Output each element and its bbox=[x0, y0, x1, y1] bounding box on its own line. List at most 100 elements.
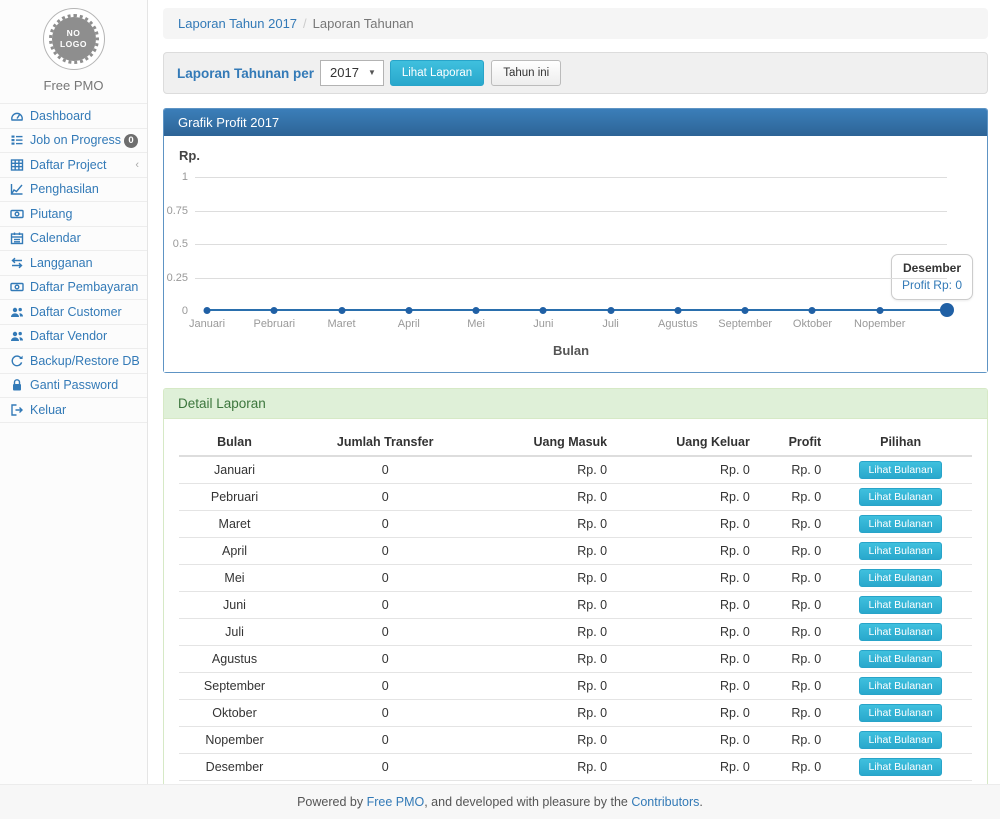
lihat-bulanan-button[interactable]: Lihat Bulanan bbox=[859, 596, 941, 614]
sidebar-item-daftar-customer[interactable]: Daftar Customer bbox=[0, 300, 147, 325]
gridline bbox=[195, 211, 947, 212]
chevron-left-icon: ‹ bbox=[135, 159, 139, 171]
report-controls: Laporan Tahunan per 2017 ▼ Lihat Laporan… bbox=[163, 52, 988, 94]
data-point-juli[interactable] bbox=[607, 307, 614, 314]
refresh-icon bbox=[9, 354, 24, 368]
users-icon bbox=[9, 329, 24, 343]
cell-bulan: Agustus bbox=[179, 646, 290, 673]
sidebar-item-penghasilan[interactable]: Penghasilan bbox=[0, 178, 147, 203]
sidebar-item-daftar-pembayaran[interactable]: Daftar Pembayaran bbox=[0, 276, 147, 301]
sidebar-item-daftar-vendor[interactable]: Daftar Vendor bbox=[0, 325, 147, 350]
cell-uang-keluar: Rp. 0 bbox=[615, 484, 758, 511]
data-point-desember[interactable] bbox=[940, 303, 954, 317]
column-header-uang-masuk: Uang Masuk bbox=[480, 429, 615, 456]
lihat-bulanan-button[interactable]: Lihat Bulanan bbox=[859, 623, 941, 641]
table-row: Juni0Rp. 0Rp. 0Rp. 0Lihat Bulanan bbox=[179, 592, 972, 619]
data-point-september[interactable] bbox=[742, 307, 749, 314]
data-point-pebruari[interactable] bbox=[271, 307, 278, 314]
cell-pilihan: Lihat Bulanan bbox=[829, 592, 972, 619]
cell-uang-keluar: Rp. 0 bbox=[615, 456, 758, 484]
cell-pilihan: Lihat Bulanan bbox=[829, 619, 972, 646]
cell-uang-masuk: Rp. 0 bbox=[480, 754, 615, 781]
y-tick-label: 0.25 bbox=[148, 272, 188, 284]
sidebar-item-label: Penghasilan bbox=[30, 182, 99, 196]
cell-profit: Rp. 0 bbox=[758, 511, 829, 538]
sidebar-item-piutang[interactable]: Piutang bbox=[0, 202, 147, 227]
breadcrumb-link-laporan-tahun[interactable]: Laporan Tahun 2017 bbox=[178, 16, 297, 31]
data-point-agustus[interactable] bbox=[674, 307, 681, 314]
sidebar-item-label: Backup/Restore DB bbox=[30, 354, 140, 368]
lihat-bulanan-button[interactable]: Lihat Bulanan bbox=[859, 569, 941, 587]
column-header-pilihan: Pilihan bbox=[829, 429, 972, 456]
tahun-ini-button[interactable]: Tahun ini bbox=[491, 60, 561, 86]
cell-pilihan: Lihat Bulanan bbox=[829, 565, 972, 592]
sidebar-item-label: Calendar bbox=[30, 231, 81, 245]
table-row: Oktober0Rp. 0Rp. 0Rp. 0Lihat Bulanan bbox=[179, 700, 972, 727]
column-header-jumlah-transfer: Jumlah Transfer bbox=[290, 429, 480, 456]
dashboard-icon bbox=[9, 109, 24, 123]
data-point-juni[interactable] bbox=[540, 307, 547, 314]
sidebar-item-dashboard[interactable]: Dashboard bbox=[0, 104, 147, 129]
lihat-bulanan-button[interactable]: Lihat Bulanan bbox=[859, 515, 941, 533]
sidebar: NO LOGO Free PMO DashboardJob on Progres… bbox=[0, 0, 148, 819]
lihat-bulanan-button[interactable]: Lihat Bulanan bbox=[859, 488, 941, 506]
free-pmo-link[interactable]: Free PMO bbox=[367, 795, 425, 809]
sidebar-item-langganan[interactable]: Langganan bbox=[0, 251, 147, 276]
y-tick-label: 0.5 bbox=[148, 238, 188, 250]
lihat-bulanan-button[interactable]: Lihat Bulanan bbox=[859, 677, 941, 695]
cell-profit: Rp. 0 bbox=[758, 727, 829, 754]
cell-uang-masuk: Rp. 0 bbox=[480, 592, 615, 619]
profit-line-chart: Desember Profit Rp: 0 10.750.50.250Janua… bbox=[195, 177, 947, 311]
cell-jumlah-transfer: 0 bbox=[290, 456, 480, 484]
data-point-mei[interactable] bbox=[473, 307, 480, 314]
table-header-row: BulanJumlah TransferUang MasukUang Kelua… bbox=[179, 429, 972, 456]
sidebar-item-keluar[interactable]: Keluar bbox=[0, 398, 147, 423]
lihat-bulanan-button[interactable]: Lihat Bulanan bbox=[859, 542, 941, 560]
cell-jumlah-transfer: 0 bbox=[290, 484, 480, 511]
main-content: Laporan Tahun 2017/Laporan Tahunan Lapor… bbox=[149, 0, 1000, 831]
footer-text: Powered by bbox=[297, 795, 366, 809]
y-tick-label: 0.75 bbox=[148, 205, 188, 217]
data-point-nopember[interactable] bbox=[876, 307, 883, 314]
table-row: Maret0Rp. 0Rp. 0Rp. 0Lihat Bulanan bbox=[179, 511, 972, 538]
cell-uang-keluar: Rp. 0 bbox=[615, 727, 758, 754]
y-tick-label: 1 bbox=[148, 171, 188, 183]
footer: Powered by Free PMO, and developed with … bbox=[0, 784, 1000, 819]
sidebar-item-daftar-project[interactable]: Daftar Project‹ bbox=[0, 153, 147, 178]
x-tick-label: Juni bbox=[533, 318, 553, 330]
breadcrumb-separator: / bbox=[303, 16, 307, 31]
users-icon bbox=[9, 305, 24, 319]
cell-bulan: Oktober bbox=[179, 700, 290, 727]
cell-profit: Rp. 0 bbox=[758, 754, 829, 781]
cell-profit: Rp. 0 bbox=[758, 646, 829, 673]
cell-uang-masuk: Rp. 0 bbox=[480, 727, 615, 754]
table-row: Desember0Rp. 0Rp. 0Rp. 0Lihat Bulanan bbox=[179, 754, 972, 781]
sidebar-item-backup-restore-db[interactable]: Backup/Restore DB bbox=[0, 349, 147, 374]
footer-text-middle: , and developed with pleasure by the bbox=[424, 795, 631, 809]
sidebar-item-ganti-password[interactable]: Ganti Password bbox=[0, 374, 147, 399]
cell-pilihan: Lihat Bulanan bbox=[829, 456, 972, 484]
data-point-oktober[interactable] bbox=[809, 307, 816, 314]
data-point-maret[interactable] bbox=[338, 307, 345, 314]
cell-jumlah-transfer: 0 bbox=[290, 565, 480, 592]
data-point-april[interactable] bbox=[405, 307, 412, 314]
lihat-bulanan-button[interactable]: Lihat Bulanan bbox=[859, 731, 941, 749]
lihat-bulanan-button[interactable]: Lihat Bulanan bbox=[859, 461, 941, 479]
logo-text: NO LOGO bbox=[60, 28, 87, 50]
lihat-bulanan-button[interactable]: Lihat Bulanan bbox=[859, 650, 941, 668]
lihat-laporan-button[interactable]: Lihat Laporan bbox=[390, 60, 484, 86]
lihat-bulanan-button[interactable]: Lihat Bulanan bbox=[859, 704, 941, 722]
x-tick-label: Maret bbox=[327, 318, 355, 330]
data-point-januari[interactable] bbox=[204, 307, 211, 314]
line-chart-icon bbox=[9, 182, 24, 196]
sidebar-item-job-on-progress[interactable]: Job on Progress0 bbox=[0, 129, 147, 154]
x-tick-label: Januari bbox=[189, 318, 225, 330]
sidebar-item-label: Piutang bbox=[30, 207, 72, 221]
contributors-link[interactable]: Contributors bbox=[631, 795, 699, 809]
gridline bbox=[195, 278, 947, 279]
cell-jumlah-transfer: 0 bbox=[290, 646, 480, 673]
x-tick-label: Pebruari bbox=[253, 318, 295, 330]
year-select[interactable]: 2017 ▼ bbox=[320, 60, 384, 86]
lihat-bulanan-button[interactable]: Lihat Bulanan bbox=[859, 758, 941, 776]
sidebar-item-calendar[interactable]: Calendar bbox=[0, 227, 147, 252]
